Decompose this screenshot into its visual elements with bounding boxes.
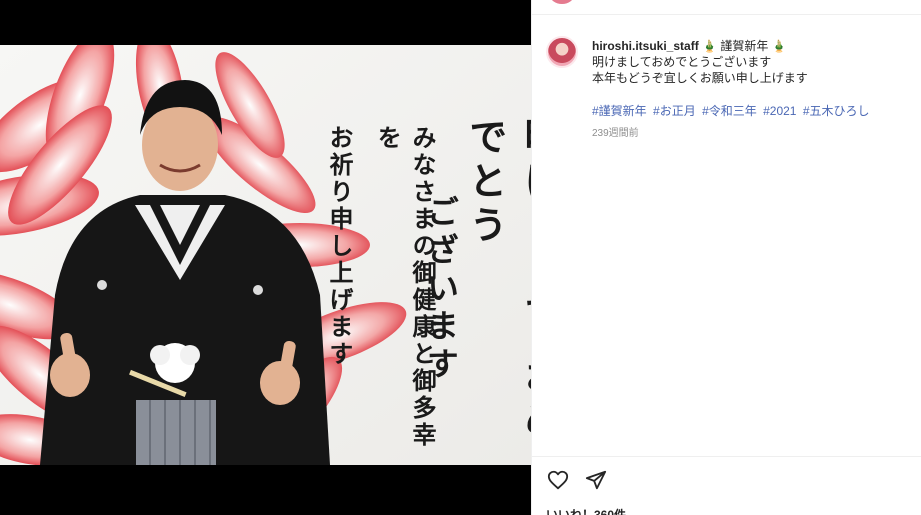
hashtag-link[interactable]: #謹賀新年 xyxy=(592,104,647,118)
hashtag-list: #謹賀新年 #お正月 #令和三年 #2021 #五木ひろし xyxy=(592,102,873,119)
likes-count[interactable]: いいね！360件 xyxy=(546,506,626,515)
action-bar xyxy=(546,468,608,492)
new-year-photo: 明けまして おめでとう ございます みなさまの御健康と御多幸を お祈り申し上げま… xyxy=(0,45,531,465)
share-button[interactable] xyxy=(584,468,608,492)
bamboo-icon: 🎍 xyxy=(771,39,787,53)
calligraphy-prayer: お祈り申し上げます xyxy=(325,125,354,368)
calligraphy-wish: みなさまの御健康と御多幸を xyxy=(373,125,437,449)
avatar[interactable] xyxy=(546,36,578,68)
post-timestamp[interactable]: 239週間前 xyxy=(592,124,639,139)
header-avatar[interactable] xyxy=(550,0,574,4)
hashtag-link[interactable]: #五木ひろし xyxy=(803,104,870,118)
post-side-panel: hiroshi.itsuki_staff 🎍 謹賀新年 🎍 明けましておめでとう… xyxy=(531,0,921,515)
post-media[interactable]: 明けまして おめでとう ございます みなさまの御健康と御多幸を お祈り申し上げま… xyxy=(0,0,531,515)
hashtag-link[interactable]: #2021 xyxy=(763,104,796,118)
calligraphy-greeting: 明けまして おめでとう xyxy=(463,117,531,444)
caption-line-1: 明けましておめでとうございます xyxy=(592,55,772,69)
send-icon xyxy=(585,470,607,490)
hashtag-link[interactable]: #令和三年 xyxy=(702,104,757,118)
hashtag-link[interactable]: #お正月 xyxy=(653,104,696,118)
heart-icon xyxy=(547,470,569,490)
bamboo-icon: 🎍 xyxy=(702,39,717,53)
like-button[interactable] xyxy=(546,468,570,492)
divider xyxy=(532,456,921,457)
caption-title: 謹賀新年 xyxy=(720,39,769,53)
username-link[interactable]: hiroshi.itsuki_staff xyxy=(592,39,699,53)
caption-line-2: 本年もどうぞ宜しくお願い申し上げます xyxy=(592,71,808,85)
caption-text: hiroshi.itsuki_staff 🎍 謹賀新年 🎍 明けましておめでとう… xyxy=(592,38,912,86)
divider xyxy=(532,14,921,15)
instagram-post-view: 明けまして おめでとう ございます みなさまの御健康と御多幸を お祈り申し上げま… xyxy=(0,0,921,515)
